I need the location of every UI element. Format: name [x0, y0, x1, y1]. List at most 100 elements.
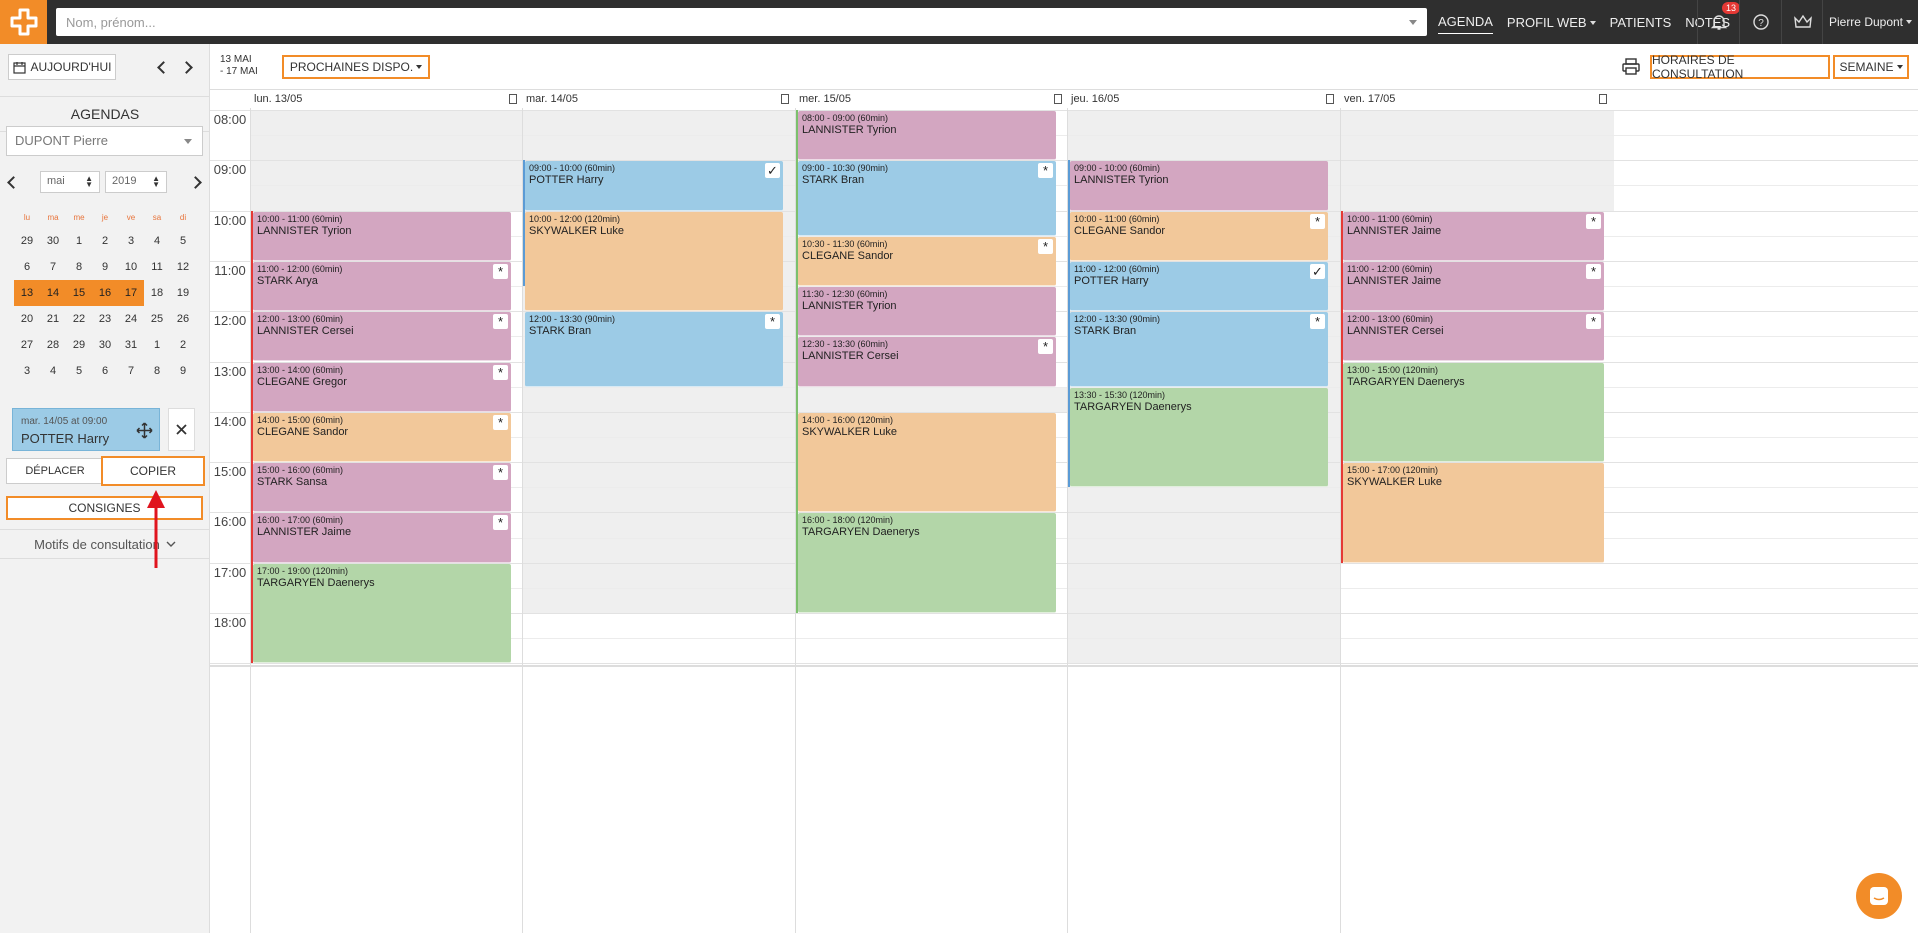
appointment[interactable]: 13:00 - 15:00 (120min) TARGARYEN Daenerys	[1343, 362, 1604, 463]
appointment[interactable]: 10:00 - 12:00 (120min) SKYWALKER Luke	[525, 211, 783, 312]
patient-search[interactable]	[56, 8, 1427, 36]
day-note-icon[interactable]	[1326, 94, 1334, 104]
calendar-day[interactable]: 31	[118, 332, 144, 358]
calendar-day[interactable]: 9	[92, 254, 118, 280]
nav-profil-web[interactable]: PROFIL WEB	[1507, 11, 1596, 34]
user-menu[interactable]: Pierre Dupont	[1822, 0, 1918, 44]
calendar-day[interactable]: 6	[92, 358, 118, 384]
calendar-day[interactable]: 7	[40, 254, 66, 280]
calendar-day[interactable]: 8	[66, 254, 92, 280]
calendar-day[interactable]: 1	[66, 228, 92, 254]
appointment[interactable]: 10:00 - 11:00 (60min) LANNISTER Jaime *	[1343, 211, 1604, 261]
day-header[interactable]: lun. 13/05	[250, 90, 523, 110]
appointment[interactable]: 15:00 - 17:00 (120min) SKYWALKER Luke	[1343, 463, 1604, 563]
prev-week-arrow-icon[interactable]	[156, 60, 170, 74]
appointment[interactable]: 10:00 - 11:00 (60min) CLEGANE Sandor *	[1070, 211, 1328, 261]
calendar-day[interactable]: 12	[170, 254, 196, 280]
move-button[interactable]: DÉPLACER	[6, 458, 104, 484]
today-button[interactable]: AUJOURD'HUI	[8, 54, 116, 80]
calendar-day[interactable]: 26	[170, 306, 196, 332]
clipboard-appointment[interactable]: mar. 14/05 at 09:00 POTTER Harry	[12, 408, 160, 451]
appointment[interactable]: 08:00 - 09:00 (60min) LANNISTER Tyrion	[798, 111, 1056, 161]
calendar-day[interactable]: 30	[40, 228, 66, 254]
calendar-day[interactable]: 29	[66, 332, 92, 358]
instructions-button[interactable]: CONSIGNES	[6, 496, 203, 520]
appointment[interactable]: 14:00 - 16:00 (120min) SKYWALKER Luke	[798, 412, 1056, 513]
calendar-day[interactable]: 13	[14, 280, 40, 306]
calendar-day[interactable]: 9	[170, 358, 196, 384]
appointment[interactable]: 16:00 - 18:00 (120min) TARGARYEN Daenerys	[798, 513, 1056, 613]
calendar-day[interactable]: 1	[144, 332, 170, 358]
calendar-day[interactable]: 16	[92, 280, 118, 306]
notifications-button[interactable]: 13	[1697, 0, 1741, 44]
calendar-day[interactable]: 29	[14, 228, 40, 254]
calendar-day[interactable]: 24	[118, 306, 144, 332]
appointment[interactable]: 11:00 - 12:00 (60min) STARK Arya *	[253, 261, 511, 312]
appointment[interactable]: 12:00 - 13:00 (60min) LANNISTER Cersei *	[1343, 312, 1604, 362]
calendar-day[interactable]: 28	[40, 332, 66, 358]
calendar-day[interactable]: 11	[144, 254, 170, 280]
appointment[interactable]: 13:30 - 15:30 (120min) TARGARYEN Daenerys	[1070, 387, 1328, 488]
calendar-day[interactable]: 15	[66, 280, 92, 306]
day-header[interactable]: mar. 14/05	[522, 90, 795, 110]
calendar-day[interactable]: 18	[144, 280, 170, 306]
appointment[interactable]: 10:30 - 11:30 (60min) CLEGANE Sandor *	[798, 236, 1056, 287]
appointment[interactable]: 17:00 - 19:00 (120min) TARGARYEN Daenerys	[253, 563, 511, 664]
calendar-day[interactable]: 5	[170, 228, 196, 254]
appointment[interactable]: 12:30 - 13:30 (60min) LANNISTER Cersei *	[798, 337, 1056, 387]
day-note-icon[interactable]	[509, 94, 517, 104]
calendar-day[interactable]: 23	[92, 306, 118, 332]
calendar-day[interactable]: 2	[92, 228, 118, 254]
calendar-day[interactable]: 17	[118, 280, 144, 306]
calendar-day[interactable]: 3	[118, 228, 144, 254]
calendar-day[interactable]: 22	[66, 306, 92, 332]
next-week-arrow-icon[interactable]	[181, 60, 195, 74]
calendar-day[interactable]: 14	[40, 280, 66, 306]
calendar-day[interactable]: 8	[144, 358, 170, 384]
appointment[interactable]: 09:00 - 10:00 (60min) LANNISTER Tyrion	[1070, 161, 1328, 211]
calendar-day[interactable]: 3	[14, 358, 40, 384]
month-select[interactable]: mai ▲ ▼	[40, 171, 100, 193]
clear-clipboard-button[interactable]	[168, 408, 195, 451]
day-note-icon[interactable]	[781, 94, 789, 104]
calendar-day[interactable]: 4	[144, 228, 170, 254]
appointment[interactable]: 10:00 - 11:00 (60min) LANNISTER Tyrion	[253, 211, 511, 261]
nav-patients[interactable]: PATIENTS	[1610, 11, 1672, 34]
calendar-day[interactable]: 7	[118, 358, 144, 384]
day-header[interactable]: mer. 15/05	[795, 90, 1068, 110]
appointment[interactable]: 14:00 - 15:00 (60min) CLEGANE Sandor *	[253, 412, 511, 463]
appointment[interactable]: 12:00 - 13:30 (90min) STARK Bran *	[1070, 312, 1328, 387]
copy-button[interactable]: COPIER	[101, 456, 205, 486]
appointment[interactable]: 11:00 - 12:00 (60min) LANNISTER Jaime *	[1343, 261, 1604, 312]
next-availability-button[interactable]: PROCHAINES DISPO.	[282, 55, 430, 79]
appointment[interactable]: 11:30 - 12:30 (60min) LANNISTER Tyrion	[798, 287, 1056, 337]
app-logo[interactable]	[0, 0, 47, 44]
day-note-icon[interactable]	[1054, 94, 1062, 104]
calendar-day[interactable]: 27	[14, 332, 40, 358]
day-note-icon[interactable]	[1599, 94, 1607, 104]
calendar-day[interactable]: 25	[144, 306, 170, 332]
day-header[interactable]: jeu. 16/05	[1067, 90, 1340, 110]
calendar-day[interactable]: 30	[92, 332, 118, 358]
day-header[interactable]: ven. 17/05	[1340, 90, 1613, 110]
appointment[interactable]: 09:00 - 10:30 (90min) STARK Bran *	[798, 161, 1056, 236]
view-select-button[interactable]: SEMAINE	[1833, 55, 1909, 79]
chevron-down-icon[interactable]	[1409, 20, 1417, 25]
appointment[interactable]: 11:00 - 12:00 (60min) POTTER Harry ✓	[1070, 261, 1328, 312]
calendar-day[interactable]: 2	[170, 332, 196, 358]
search-input[interactable]	[56, 8, 1427, 36]
calendar-day[interactable]: 5	[66, 358, 92, 384]
appointment[interactable]: 15:00 - 16:00 (60min) STARK Sansa *	[253, 463, 511, 513]
nav-agenda[interactable]: AGENDA	[1438, 10, 1493, 34]
chat-button[interactable]	[1856, 873, 1902, 919]
appointment[interactable]: 12:00 - 13:30 (90min) STARK Bran *	[525, 312, 783, 387]
calendar-day[interactable]: 4	[40, 358, 66, 384]
consultation-hours-button[interactable]: HORAIRES DE CONSULTATION	[1650, 53, 1830, 81]
appointment[interactable]: 09:00 - 10:00 (60min) POTTER Harry ✓	[525, 161, 783, 211]
calendar-day[interactable]: 6	[14, 254, 40, 280]
calendar-day[interactable]: 10	[118, 254, 144, 280]
next-month-arrow-icon[interactable]	[190, 175, 204, 189]
move-icon[interactable]	[136, 422, 153, 439]
consultation-reasons-toggle[interactable]: Motifs de consultation	[0, 529, 210, 559]
prev-month-arrow-icon[interactable]	[6, 175, 20, 189]
